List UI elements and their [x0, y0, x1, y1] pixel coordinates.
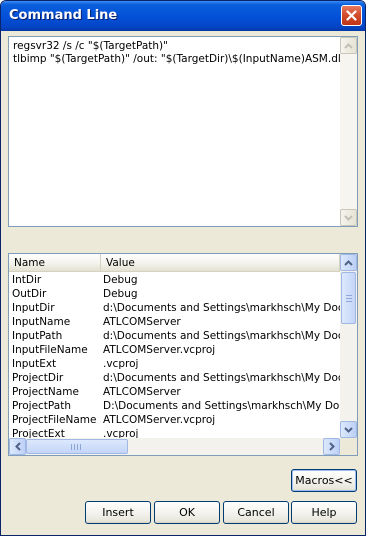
- macro-name: ProjectExt: [12, 428, 65, 438]
- list-rows: IntDir Debug OutDir Debug InputDir d:\Documen…: [9, 273, 340, 438]
- list-vertical-scrollbar[interactable]: [340, 254, 357, 438]
- macro-value: Debug: [103, 274, 138, 286]
- list-item[interactable]: InputExt .vcproj: [9, 357, 340, 371]
- column-header-name[interactable]: Name: [9, 254, 101, 272]
- macros-list[interactable]: Name Value IntDir Debug OutDir Debug InputDi…: [8, 253, 358, 456]
- chevron-up-icon: [344, 259, 353, 266]
- list-horizontal-scrollbar[interactable]: [9, 438, 340, 455]
- chevron-up-icon: [344, 42, 353, 49]
- macro-value: ATLCOMServer.vcproj: [103, 344, 216, 356]
- macro-value: d:\Documents and Settings\markhsch\My Do…: [103, 372, 340, 384]
- list-item[interactable]: OutDir Debug: [9, 287, 340, 301]
- command-textbox[interactable]: regsvr32 /s /c "$(TargetPath)" tlbimp "$…: [8, 36, 358, 227]
- macro-name: ProjectPath: [12, 400, 71, 412]
- list-item[interactable]: InputName ATLCOMServer: [9, 315, 340, 329]
- scroll-down-button[interactable]: [340, 209, 357, 226]
- cancel-button[interactable]: Cancel: [223, 501, 289, 524]
- list-scroll-left-button[interactable]: [9, 438, 26, 455]
- list-scroll-right-button[interactable]: [323, 438, 340, 455]
- macro-value: ATLCOMServer.vcproj: [103, 414, 216, 426]
- macro-name: InputName: [12, 316, 71, 328]
- scrollbar-corner: [340, 438, 357, 455]
- macro-value: D:\Documents and Settings\markhsch\My Do…: [103, 400, 340, 412]
- list-item[interactable]: IntDir Debug: [9, 273, 340, 287]
- dialog-client-area: regsvr32 /s /c "$(TargetPath)" tlbimp "$…: [4, 31, 362, 533]
- chevron-down-icon: [344, 426, 353, 433]
- macro-value: d:\Documents and Settings\markhsch\My Do…: [103, 302, 340, 314]
- list-vertical-thumb[interactable]: [341, 272, 356, 324]
- macro-value: ATLCOMServer: [103, 386, 181, 398]
- list-item[interactable]: ProjectExt .vcproj: [9, 427, 340, 438]
- list-item[interactable]: ProjectDir d:\Documents and Settings\mark…: [9, 371, 340, 385]
- command-text[interactable]: regsvr32 /s /c "$(TargetPath)" tlbimp "$…: [13, 40, 349, 66]
- macro-name: InputExt: [12, 358, 57, 370]
- scroll-up-button[interactable]: [340, 37, 357, 54]
- list-item[interactable]: InputPath d:\Documents and Settings\markh…: [9, 329, 340, 343]
- chevron-left-icon: [14, 442, 21, 451]
- macro-name: ProjectName: [12, 386, 79, 398]
- help-button[interactable]: Help: [291, 501, 357, 524]
- macro-name: IntDir: [12, 274, 42, 286]
- macro-name: InputFileName: [12, 344, 88, 356]
- macro-name: InputPath: [12, 330, 63, 342]
- column-header-value[interactable]: Value: [101, 254, 340, 272]
- list-scroll-down-button[interactable]: [340, 421, 357, 438]
- macro-name: ProjectDir: [12, 372, 64, 384]
- ok-button[interactable]: OK: [154, 501, 220, 524]
- insert-button[interactable]: Insert: [85, 501, 151, 524]
- chevron-right-icon: [328, 442, 335, 451]
- list-item[interactable]: InputFileName ATLCOMServer.vcproj: [9, 343, 340, 357]
- title-bar[interactable]: Command Line: [1, 1, 365, 31]
- list-item[interactable]: InputDir d:\Documents and Settings\markhs…: [9, 301, 340, 315]
- macro-value: ATLCOMServer: [103, 316, 181, 328]
- command-vertical-scrollbar[interactable]: [340, 37, 357, 226]
- macro-value: .vcproj: [103, 358, 139, 370]
- list-item[interactable]: ProjectName ATLCOMServer: [9, 385, 340, 399]
- close-icon: [346, 10, 357, 21]
- macro-value: .vcproj: [103, 428, 139, 438]
- list-horizontal-thumb[interactable]: [26, 439, 128, 454]
- macro-name: ProjectFileName: [12, 414, 97, 426]
- list-item[interactable]: ProjectFileName ATLCOMServer.vcproj: [9, 413, 340, 427]
- list-scroll-up-button[interactable]: [340, 254, 357, 271]
- list-header: Name Value: [9, 254, 340, 272]
- macro-value: Debug: [103, 288, 138, 300]
- close-button[interactable]: [341, 5, 362, 26]
- command-line-dialog: Command Line regsvr32 /s /c "$(TargetPat…: [0, 0, 366, 536]
- macro-value: d:\Documents and Settings\markhsch\My Do…: [103, 330, 340, 342]
- macro-name: InputDir: [12, 302, 55, 314]
- list-item[interactable]: ProjectPath D:\Documents and Settings\mar…: [9, 399, 340, 413]
- macro-name: OutDir: [12, 288, 47, 300]
- macros-toggle-button[interactable]: Macros<<: [291, 469, 357, 492]
- chevron-down-icon: [344, 214, 353, 221]
- window-title: Command Line: [9, 8, 118, 23]
